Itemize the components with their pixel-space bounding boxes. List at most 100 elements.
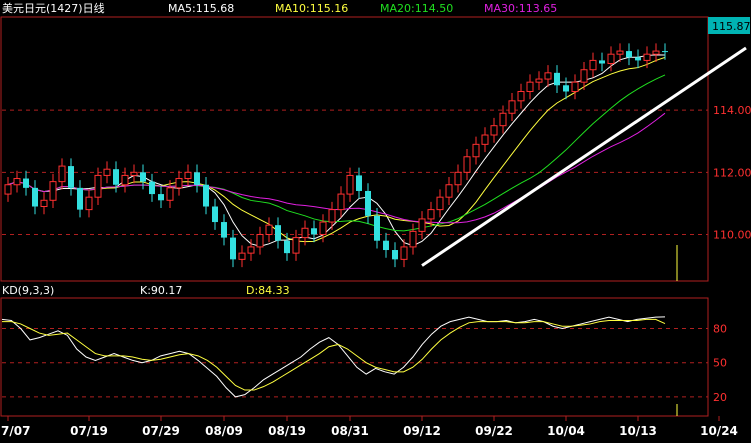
ma20-label: MA20:114.50 (380, 2, 453, 15)
candle-body-down (221, 222, 227, 238)
candle-body-up (130, 171, 138, 176)
kd-tick-label: 80 (713, 323, 727, 336)
candle-body-up (121, 174, 129, 186)
candle-body-up (49, 181, 57, 201)
candle-body-up (4, 184, 12, 195)
candle-body-up (400, 246, 408, 260)
candle-body-down (275, 225, 281, 241)
candle-body-down (212, 206, 218, 223)
candle-body-down (599, 60, 605, 64)
candle-body-up (238, 252, 246, 260)
candle-body-up (184, 171, 192, 180)
candle-body-down (230, 237, 236, 260)
date-tick-label: 08/31 (331, 424, 369, 438)
candle-body-up (13, 178, 21, 186)
candle-body-down (158, 194, 164, 201)
candle-body-up (526, 81, 534, 92)
date-tick-label: 09/22 (475, 424, 513, 438)
candle-body-down (563, 85, 569, 92)
candle-body-up (643, 53, 651, 61)
candle-body-up (436, 196, 444, 211)
price-tick-label: 110.00 (713, 228, 751, 241)
date-tick-label: 10/04 (547, 424, 585, 438)
candle-body-up (337, 193, 345, 211)
candle-body-up (499, 112, 507, 127)
candle-body-up (508, 100, 516, 114)
candle-body-up (616, 50, 624, 55)
date-tick-label: 07/19 (70, 424, 108, 438)
candle-body-up (319, 221, 327, 235)
candle-body-down (626, 51, 632, 58)
price-tick-label: 112.00 (713, 166, 751, 179)
kd-axis: 80 50 20 (713, 323, 727, 404)
candle-body-up (544, 72, 552, 80)
candle-body-up (418, 218, 426, 232)
candle-body-up (445, 184, 453, 198)
candle-body-up (409, 230, 417, 248)
kd-tick-label: 50 (713, 357, 727, 370)
candle-body-down (311, 228, 317, 235)
candle-body-up (40, 199, 48, 208)
candle-body-up (607, 53, 615, 65)
candle-body-up (589, 59, 597, 71)
candle-body-down (284, 240, 290, 254)
candle-body-up (580, 69, 588, 83)
candle-body-down (356, 175, 362, 191)
d-value-label: D:84.33 (246, 284, 290, 297)
kd-header: KD(9,3,3) K:90.17 D:84.33 (2, 284, 290, 297)
date-tick-label: 09/12 (403, 424, 441, 438)
candle-body-up (472, 143, 480, 158)
candle-body-up (346, 174, 354, 195)
date-tick-label: 7/07 (1, 424, 30, 438)
candle-body-up (247, 246, 255, 254)
candle-body-up (535, 78, 543, 83)
date-tick-label: 08/19 (268, 424, 306, 438)
candle-body-up (571, 81, 579, 92)
candle-body-up (256, 233, 264, 248)
kd-title: KD(9,3,3) (2, 284, 54, 297)
candle-body-up (175, 178, 183, 189)
last-price-tag: 115.87 (712, 20, 751, 33)
candle-body-up (328, 209, 336, 223)
candle-body-up (166, 187, 174, 201)
candle-body-down (203, 184, 209, 207)
candle-body-down (140, 172, 146, 182)
candle-body-down (383, 240, 389, 251)
date-tick-label: 07/29 (142, 424, 180, 438)
date-tick-label: 10/13 (619, 424, 657, 438)
candle-body-up (490, 125, 498, 136)
candle-body-up (517, 90, 525, 102)
date-tick-label: 08/09 (205, 424, 243, 438)
candle-body-down (662, 51, 668, 53)
candle-body-up (301, 227, 309, 239)
ma5-label: MA5:115.68 (168, 2, 234, 15)
candle-body-down (392, 250, 398, 260)
candle-body-down (77, 187, 83, 210)
candle-body-up (463, 156, 471, 173)
candle-body-down (554, 72, 560, 86)
forex-candlestick-chart: 114.00 112.00 110.00 115.87 美元日元(1427)日线 M… (0, 0, 751, 443)
candle-body-down (32, 187, 38, 207)
ma10-label: MA10:115.16 (275, 2, 348, 15)
candle-body-down (365, 190, 371, 216)
candle-body-down (113, 169, 119, 185)
price-tick-label: 114.00 (713, 104, 751, 117)
candle-body-down (23, 178, 29, 188)
candle-body-up (454, 171, 462, 186)
candle-body-up (85, 196, 93, 211)
kd-tick-label: 20 (713, 391, 727, 404)
candle-body-up (292, 237, 300, 254)
candle-body-up (103, 168, 111, 176)
candle-body-up (427, 209, 435, 220)
chart-title: 美元日元(1427)日线 (2, 1, 105, 15)
candle-body-down (194, 172, 200, 185)
candle-body-down (149, 181, 155, 195)
candle-body-up (94, 174, 102, 198)
date-tick-label: 10/24 (700, 424, 738, 438)
ma30-label: MA30:113.65 (484, 2, 557, 15)
candle-body-up (58, 165, 66, 183)
candle-body-down (68, 166, 74, 188)
candle-body-up (481, 134, 489, 145)
candle-body-down (374, 215, 380, 241)
candle-body-down (635, 57, 641, 61)
